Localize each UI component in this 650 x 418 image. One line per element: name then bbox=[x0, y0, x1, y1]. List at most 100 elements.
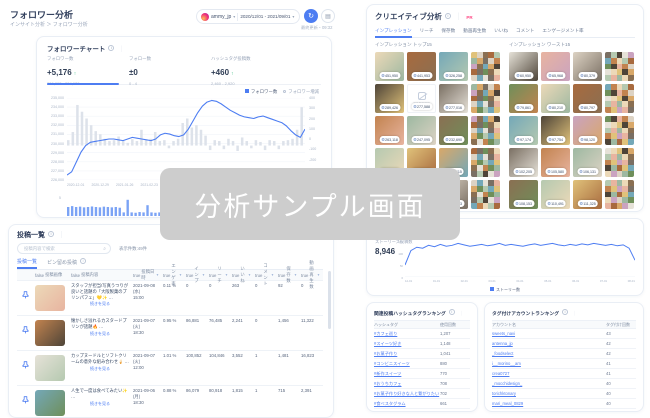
search-icon[interactable]: ⌕ bbox=[103, 246, 106, 252]
mosaic-tile[interactable] bbox=[605, 148, 634, 177]
read-more-link[interactable]: 続きを見る bbox=[71, 401, 129, 406]
hashtag-link[interactable]: #お菓子作り bbox=[374, 351, 397, 356]
account-link[interactable]: _mocchidesign_ bbox=[492, 381, 522, 386]
account-selector[interactable]: ammy_jp ▾ 2020/12/01 - 2021/09/01 ▾ bbox=[196, 9, 300, 24]
creative-tab-0[interactable]: インプレッション bbox=[375, 28, 412, 34]
post-thumbnail-tile[interactable]: 102,205 bbox=[509, 148, 538, 177]
tab-post-list[interactable]: 投稿一覧 bbox=[17, 258, 37, 269]
follower-chart-title: フォロワーチャートi｜ bbox=[47, 43, 125, 53]
account-link[interactable]: i__morino__am bbox=[492, 361, 521, 366]
post-thumbnail[interactable] bbox=[35, 285, 65, 311]
sort-icon[interactable]: ▼ bbox=[156, 273, 159, 277]
account-link[interactable]: torichktonary bbox=[492, 391, 516, 396]
account-link[interactable]: ikura_gohan bbox=[492, 411, 515, 412]
table-row[interactable]: 人生で一度は食べてみたい✨ …続きを見る2021-09-06(月)18:300.… bbox=[17, 386, 323, 418]
hashtag-link[interactable]: #カフェ巡り bbox=[374, 331, 397, 336]
mosaic-tile[interactable] bbox=[605, 52, 634, 81]
post-thumbnail-tile[interactable]: 263,118 bbox=[375, 116, 404, 145]
post-thumbnail-tile[interactable]: 106,131 bbox=[573, 148, 602, 177]
mosaic-tile[interactable] bbox=[471, 180, 500, 209]
mosaic-tile[interactable] bbox=[605, 84, 634, 113]
info-icon[interactable]: i bbox=[48, 231, 54, 237]
post-thumbnail-tile[interactable]: 247,095 bbox=[407, 116, 436, 145]
table-row[interactable]: スタッフが担当!写真うつりが良いと話題の「大阪製菓のプリンパフェ」💛✨ …続きを… bbox=[17, 281, 323, 316]
hashtag-link[interactable]: #新作スイーツ bbox=[374, 371, 401, 376]
post-thumbnail-tile[interactable]: 60,950 bbox=[509, 52, 538, 81]
table-row[interactable]: カップヌードルとソフトクリームの意外な組み合わせ🍦 …続きを見る2021-09-… bbox=[17, 351, 323, 386]
info-icon[interactable]: i bbox=[108, 45, 114, 51]
post-thumbnail-tile[interactable]: 79,861 bbox=[509, 84, 538, 113]
post-thumbnail-tile[interactable]: 289,426 bbox=[375, 84, 404, 113]
creative-tab-4[interactable]: いいね bbox=[494, 28, 508, 34]
pin-button[interactable] bbox=[17, 351, 33, 385]
refresh-button[interactable]: ↻ bbox=[304, 9, 318, 23]
hashtag-link[interactable]: #おうちカフェ bbox=[374, 381, 401, 386]
post-thumbnail-tile[interactable]: 80,379 bbox=[573, 52, 602, 81]
hashtag-link[interactable]: #食べスタグラム bbox=[374, 401, 406, 406]
tab-pinned-posts[interactable]: ピン留め投稿i bbox=[47, 258, 86, 269]
table-scrollbar[interactable] bbox=[328, 271, 331, 329]
post-thumbnail-tile[interactable]: 105,580 bbox=[541, 148, 570, 177]
mosaic-tile[interactable] bbox=[471, 84, 500, 113]
mosaic-tile[interactable] bbox=[605, 180, 634, 209]
account-link[interactable]: sweets_navi bbox=[492, 331, 515, 336]
mosaic-tile[interactable] bbox=[471, 116, 500, 145]
sort-icon[interactable]: ▼ bbox=[225, 273, 228, 277]
account-link[interactable]: crea0727 bbox=[492, 371, 509, 376]
no-image-tile[interactable]: 画像取得不可277,588 bbox=[407, 84, 436, 113]
hashtag-link[interactable]: #コンビニスイーツ bbox=[374, 361, 410, 366]
post-thumbnail-tile[interactable]: 80,210 bbox=[541, 84, 570, 113]
sort-icon[interactable]: ▼ bbox=[202, 273, 205, 277]
creative-tab-5[interactable]: コメント bbox=[516, 28, 534, 34]
account-link[interactable]: _foodselect bbox=[492, 351, 513, 356]
pin-button[interactable] bbox=[17, 316, 33, 350]
post-thumbnail-tile[interactable]: 80,797 bbox=[573, 84, 602, 113]
post-thumbnail-tile[interactable]: 108,153 bbox=[509, 180, 538, 209]
sort-icon[interactable]: ▼ bbox=[294, 273, 297, 277]
creative-tab-2[interactable]: 保存数 bbox=[441, 28, 455, 34]
post-thumbnail-tile[interactable]: 110,491 bbox=[541, 180, 570, 209]
post-thumbnail[interactable] bbox=[35, 320, 65, 346]
post-thumbnail-tile[interactable]: 232,690 bbox=[439, 116, 468, 145]
metric-cell-0: 0.11 % bbox=[161, 281, 184, 315]
read-more-link[interactable]: 続きを見る bbox=[71, 366, 129, 371]
sort-icon[interactable]: ▼ bbox=[271, 273, 274, 277]
hashtag-link[interactable]: #お菓子作り好きな人と繋がりたい bbox=[374, 391, 439, 396]
post-thumbnail-tile[interactable]: 97,174 bbox=[509, 116, 538, 145]
kpi-tab-0[interactable]: フォロワー数+5,176↑226,802 - 234,978 bbox=[47, 54, 129, 84]
pin-button[interactable] bbox=[17, 281, 33, 315]
pin-button[interactable] bbox=[17, 386, 33, 418]
post-thumbnail-tile[interactable]: 441,953 bbox=[407, 52, 436, 81]
sort-icon[interactable]: ▼ bbox=[317, 273, 320, 277]
post-thumbnail[interactable] bbox=[35, 390, 65, 416]
creative-tab-3[interactable]: 動画再生数 bbox=[463, 28, 486, 34]
post-thumbnail-tile[interactable]: 111,325 bbox=[573, 180, 602, 209]
read-more-link[interactable]: 続きを見る bbox=[71, 331, 129, 336]
search-input[interactable] bbox=[22, 245, 100, 252]
post-thumbnail[interactable] bbox=[35, 355, 65, 381]
account-link[interactable]: antenna_jp bbox=[492, 341, 513, 346]
read-more-link[interactable]: 続きを見る bbox=[71, 301, 129, 306]
kpi-tab-1[interactable]: フォロー数±00 - 4 bbox=[129, 54, 211, 84]
creative-tab-6[interactable]: エンゲージメント率 bbox=[542, 28, 583, 34]
mosaic-tile[interactable] bbox=[471, 148, 500, 177]
info-icon[interactable]: i bbox=[562, 309, 568, 315]
mosaic-tile[interactable] bbox=[471, 52, 500, 81]
mosaic-tile[interactable] bbox=[605, 116, 634, 145]
post-thumbnail-tile[interactable]: 97,754 bbox=[541, 116, 570, 145]
post-thumbnail-tile[interactable]: 277,016 bbox=[439, 84, 468, 113]
export-button[interactable]: ▤ bbox=[321, 9, 335, 23]
post-thumbnail-tile[interactable]: 98,120 bbox=[573, 116, 602, 145]
info-icon[interactable]: i bbox=[445, 13, 451, 19]
post-thumbnail-tile[interactable]: 326,258 bbox=[439, 52, 468, 81]
info-icon[interactable]: i bbox=[449, 309, 455, 315]
creative-tab-1[interactable]: リーチ bbox=[420, 28, 434, 34]
post-thumbnail-tile[interactable]: 451,950 bbox=[375, 52, 404, 81]
table-row[interactable]: 懐かしさ溢れるカスタードプリンが話題🔥 …続きを見る2021-09-07(火)1… bbox=[17, 316, 323, 351]
account-link[interactable]: mari_meal_0829 bbox=[492, 401, 523, 406]
hashtag-link[interactable]: #スイーツ好き bbox=[374, 341, 401, 346]
sort-icon[interactable]: ▼ bbox=[179, 273, 182, 277]
sort-icon[interactable]: ▼ bbox=[248, 273, 251, 277]
kpi-tab-2[interactable]: ハッシュタグ投稿数+460↑2,460 - 2,920 bbox=[211, 54, 293, 84]
post-thumbnail-tile[interactable]: 65,968 bbox=[541, 52, 570, 81]
